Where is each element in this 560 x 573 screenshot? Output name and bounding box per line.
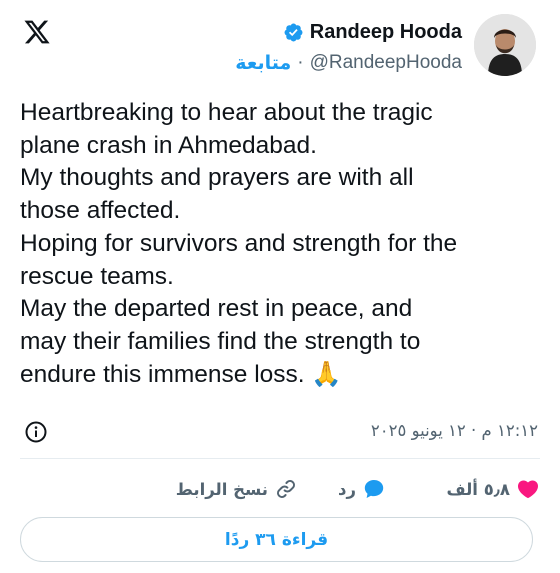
follow-button[interactable]: متابعة [235, 52, 291, 74]
tweet-card: Randeep Hooda متابعة · @RandeepHooda Hea… [0, 0, 560, 573]
divider [20, 458, 540, 459]
info-icon[interactable] [24, 420, 48, 444]
link-icon [277, 480, 295, 498]
separator-dot: · [297, 52, 304, 73]
like-count: ٥٫٨ ألف [446, 479, 510, 499]
name-row: Randeep Hooda [235, 18, 462, 46]
handle-row: متابعة · @RandeepHooda [235, 50, 462, 76]
speech-bubble-icon [364, 480, 384, 498]
read-replies-button[interactable]: قراءة ٣٦ ردًا [20, 517, 533, 562]
reply-button[interactable]: رد [338, 476, 386, 502]
reply-label: رد [338, 479, 356, 499]
copy-link-label: نسخ الرابط [175, 479, 268, 499]
read-replies-label: قراءة ٣٦ ردًا [224, 529, 329, 550]
avatar-photo-icon [474, 14, 536, 76]
author-info: Randeep Hooda متابعة · @RandeepHooda [235, 18, 462, 76]
author-display-name[interactable]: Randeep Hooda [310, 21, 462, 44]
copy-link-button[interactable]: نسخ الرابط [176, 476, 298, 502]
x-logo-icon[interactable] [22, 18, 52, 46]
tweet-text: Heartbreaking to hear about the tragic p… [20, 99, 458, 388]
author-handle[interactable]: @RandeepHooda [310, 52, 462, 74]
heart-icon [517, 480, 539, 499]
verified-badge-icon [284, 23, 303, 41]
like-button[interactable]: ٥٫٨ ألف [446, 476, 540, 502]
profile-avatar[interactable] [474, 14, 536, 76]
tweet-timestamp[interactable]: ١٢:١٢ م · ١٢ يونيو ٢٠٢٥ [371, 421, 538, 440]
